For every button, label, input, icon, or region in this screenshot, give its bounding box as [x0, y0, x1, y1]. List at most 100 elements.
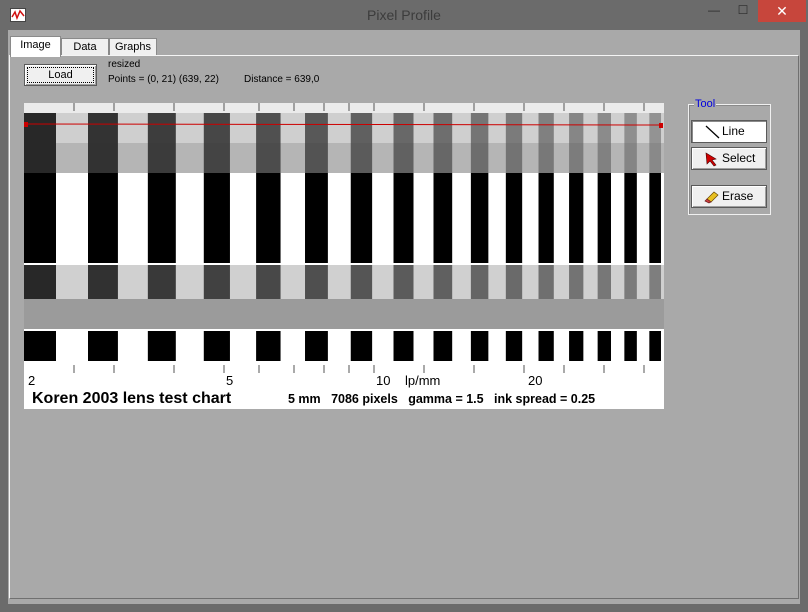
chart-bar — [505, 265, 523, 299]
chart-bar — [624, 173, 637, 263]
profile-end-handle[interactable] — [659, 123, 663, 128]
chart-bar — [305, 143, 328, 173]
select-tool-label: Select — [722, 151, 756, 165]
chart-bar — [305, 331, 328, 361]
chart-bar — [569, 143, 584, 173]
chart-bar — [649, 331, 662, 361]
chart-bar — [649, 143, 662, 173]
chart-bar — [203, 173, 230, 263]
chart-bar — [470, 173, 489, 263]
chart-bar — [649, 173, 662, 263]
chart-bar — [305, 265, 328, 299]
chart-bar — [147, 265, 176, 299]
chart-bar — [24, 143, 56, 173]
chart-bar — [505, 331, 523, 361]
chart-bar — [470, 265, 489, 299]
chart-bar — [624, 143, 637, 173]
line-tool-button[interactable]: Line — [691, 120, 767, 143]
chart-bar — [350, 331, 373, 361]
chart-bar — [203, 143, 230, 173]
arrow-cursor-icon — [704, 151, 720, 167]
scale-label-5: 5 — [226, 373, 233, 388]
chart-bar — [624, 331, 637, 361]
erase-tool-button[interactable]: Erase — [691, 185, 767, 208]
chart-bar — [203, 331, 230, 361]
chart-bar — [147, 173, 176, 263]
status-text: resized — [108, 59, 141, 70]
distance-readout: Distance = 639,0 — [244, 74, 320, 85]
chart-bar — [350, 265, 373, 299]
chart-bar — [597, 113, 611, 143]
chart-bar — [88, 331, 118, 361]
window-title: Pixel Profile — [367, 7, 441, 23]
profile-start-handle[interactable] — [24, 122, 28, 127]
chart-bar — [433, 113, 453, 143]
chart-bar — [147, 113, 176, 143]
select-tool-button[interactable]: Select — [691, 147, 767, 170]
erase-tool-label: Erase — [722, 189, 754, 203]
scale-label-2: 2 — [28, 373, 35, 388]
title-bar[interactable]: Pixel Profile — ☐ ✕ — [0, 0, 808, 30]
tool-group-caption: Tool — [694, 98, 717, 110]
chart-bar — [24, 113, 56, 143]
chart-bar — [597, 173, 611, 263]
chart-bar — [147, 143, 176, 173]
chart-bar — [624, 265, 637, 299]
chart-bar — [203, 265, 230, 299]
chart-bar — [597, 143, 611, 173]
chart-bar — [538, 143, 554, 173]
line-tool-label: Line — [722, 124, 745, 138]
chart-bar — [433, 331, 453, 361]
scale-label-10: 10 — [376, 373, 390, 388]
chart-bar — [88, 143, 118, 173]
chart-bar — [505, 113, 523, 143]
chart-bar — [256, 113, 281, 143]
chart-bar — [393, 173, 414, 263]
points-readout: Points = (0, 21) (639, 22) — [108, 74, 219, 85]
load-button[interactable]: Load — [24, 64, 97, 86]
chart-bar — [393, 265, 414, 299]
app-window: Pixel Profile — ☐ ✕ Image Data Graphs Lo… — [0, 0, 808, 612]
chart-bar — [256, 143, 281, 173]
chart-bar — [256, 331, 281, 361]
chart-bar — [256, 173, 281, 263]
chart-bar — [350, 143, 373, 173]
chart-bar — [505, 143, 523, 173]
test-chart-image[interactable]: 2 5 10 lp/mm 20 Koren 2003 lens test cha… — [24, 103, 664, 409]
chart-bar — [256, 265, 281, 299]
chart-bar — [88, 173, 118, 263]
chart-bar — [538, 173, 554, 263]
chart-bar — [470, 143, 489, 173]
chart-bar — [569, 113, 584, 143]
maximize-button[interactable]: ☐ — [729, 0, 757, 22]
scale-label-20: 20 — [528, 373, 542, 388]
eraser-icon — [704, 189, 720, 205]
tab-graphs[interactable]: Graphs — [109, 38, 157, 55]
chart-bar — [88, 265, 118, 299]
chart-bar — [433, 143, 453, 173]
chart-bar — [203, 113, 230, 143]
close-button[interactable]: ✕ — [758, 0, 806, 22]
chart-bar — [597, 331, 611, 361]
chart-bar — [470, 331, 489, 361]
chart-bar — [88, 113, 118, 143]
scale-label-unit: lp/mm — [405, 373, 440, 388]
tab-image[interactable]: Image — [10, 36, 61, 57]
chart-bar — [24, 265, 56, 299]
chart-bar — [624, 113, 637, 143]
client-area: Image Data Graphs Load resized Points = … — [8, 30, 800, 604]
chart-bar — [597, 265, 611, 299]
chart-bar — [569, 173, 584, 263]
chart-caption-details: 5 mm 7086 pixels gamma = 1.5 ink spread … — [288, 392, 595, 406]
minimize-button[interactable]: — — [700, 0, 728, 22]
chart-bar — [470, 113, 489, 143]
chart-bar — [433, 173, 453, 263]
tab-data[interactable]: Data — [61, 38, 109, 55]
chart-bar — [350, 173, 373, 263]
chart-bar — [569, 265, 584, 299]
chart-bar — [350, 113, 373, 143]
chart-bar — [24, 331, 56, 361]
chart-bar — [24, 173, 56, 263]
chart-bar — [393, 331, 414, 361]
chart-bar — [393, 113, 414, 143]
